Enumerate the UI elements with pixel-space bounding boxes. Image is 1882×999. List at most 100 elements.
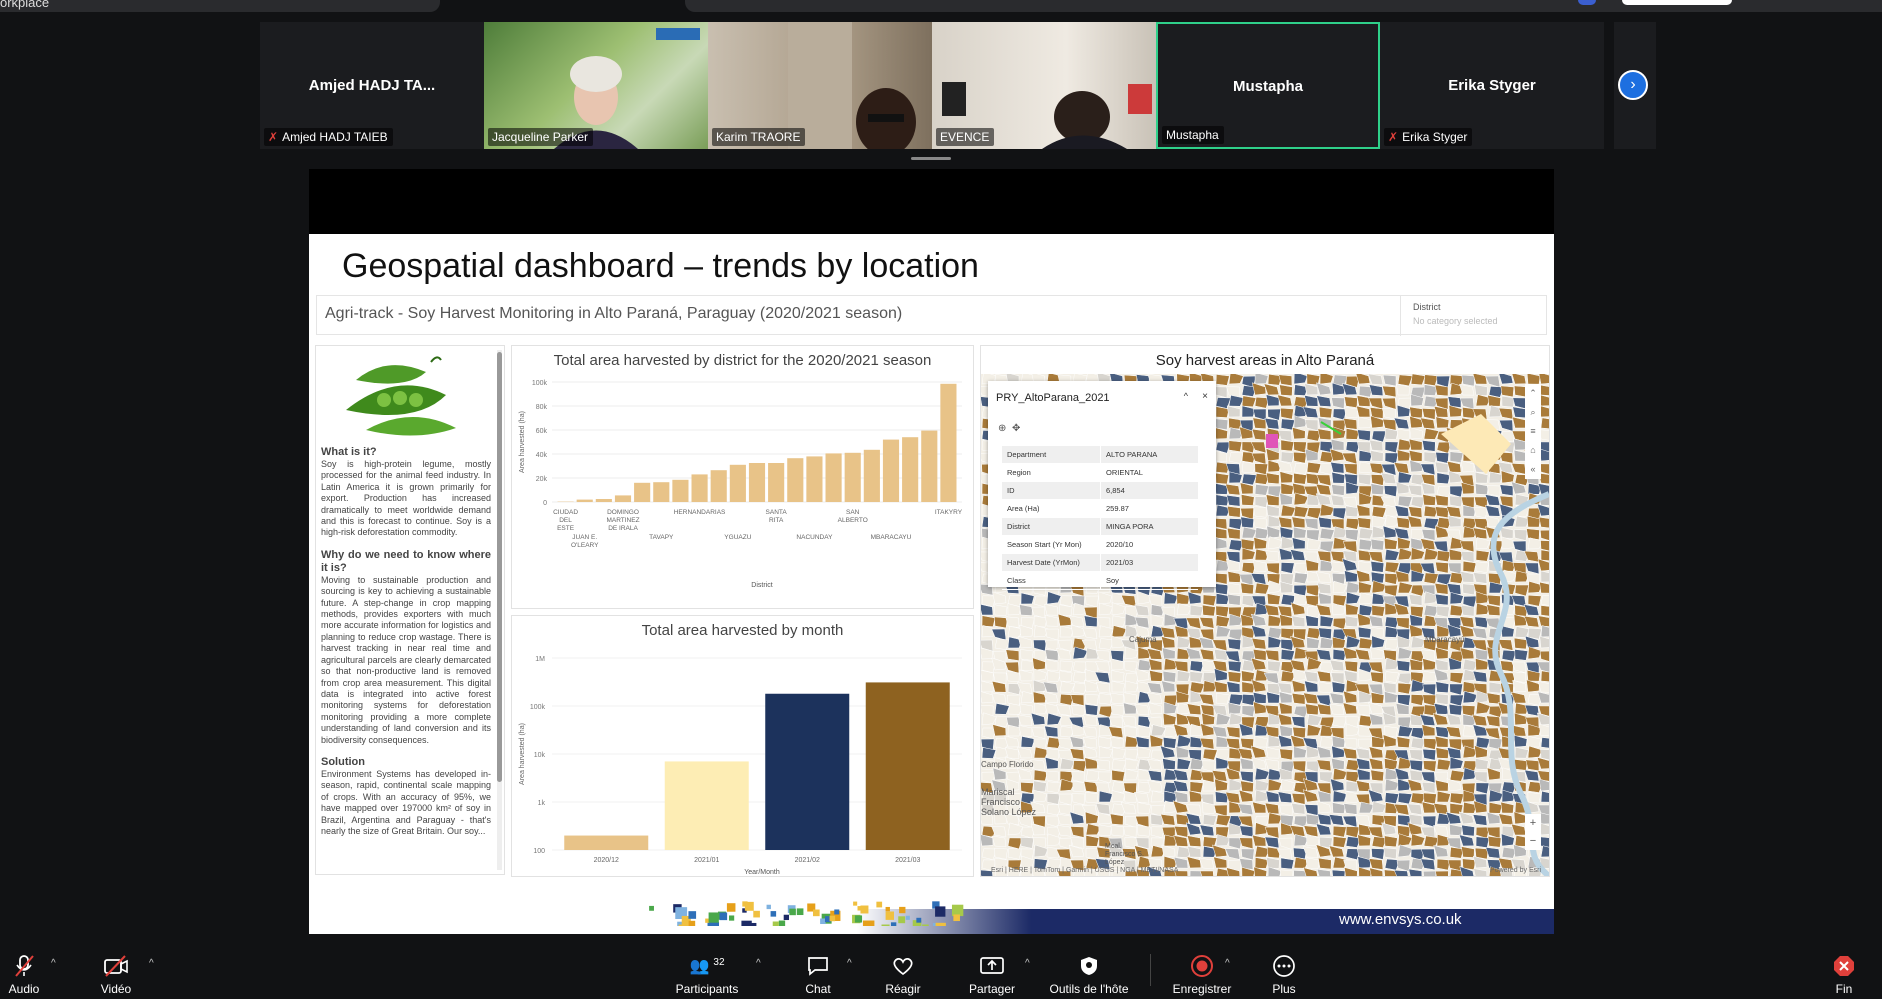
participant-video-tile[interactable]: Jacqueline Parker bbox=[484, 22, 708, 149]
zoom-out-icon[interactable]: − bbox=[1525, 832, 1541, 850]
more-button[interactable]: Plus bbox=[1266, 954, 1302, 996]
popup-field-name: Class bbox=[1002, 571, 1101, 590]
field-parcel bbox=[1397, 682, 1412, 695]
field-parcel bbox=[1137, 824, 1151, 837]
field-parcel bbox=[1280, 857, 1295, 870]
y-tick-label: 0 bbox=[543, 500, 547, 507]
field-parcel bbox=[1396, 428, 1411, 441]
chevron-up-icon[interactable]: ^ bbox=[1225, 958, 1230, 969]
field-parcel bbox=[1317, 857, 1332, 870]
pixel-block bbox=[860, 905, 869, 914]
pixel-block bbox=[719, 912, 728, 921]
heart-icon bbox=[893, 958, 913, 976]
share-button[interactable]: Partager bbox=[968, 954, 1016, 996]
chevron-up-icon[interactable]: ^ bbox=[149, 958, 154, 969]
record-label: Enregistrer bbox=[1172, 982, 1232, 996]
field-parcel bbox=[1189, 604, 1204, 617]
popup-field-value: MINGA PORA bbox=[1100, 517, 1198, 536]
field-parcel bbox=[1279, 748, 1293, 761]
popup-tools: ⊕ ✥ bbox=[998, 423, 1020, 434]
field-parcel bbox=[1019, 703, 1034, 716]
participant-tile[interactable]: Amjed HADJ TA... ✗ Amjed HADJ TAIEB bbox=[260, 22, 484, 149]
host-tools-button[interactable]: Outils de l'hôte bbox=[1045, 954, 1133, 996]
y-tick-label: 1k bbox=[538, 800, 546, 807]
chevron-up-icon[interactable]: ^ bbox=[756, 958, 761, 969]
feature-popup[interactable]: PRY_AltoParana_2021 ^ × ⊕ ✥ Department AL… bbox=[988, 381, 1216, 590]
zoom-to-icon[interactable]: ⊕ bbox=[998, 423, 1006, 434]
popup-field-value: ALTO PARANA bbox=[1100, 446, 1198, 464]
participant-tile-active-speaker[interactable]: Mustapha Mustapha bbox=[1156, 22, 1380, 149]
search-icon[interactable]: ⌕ bbox=[1525, 403, 1541, 422]
x-tick-label-line: DEL bbox=[559, 517, 572, 524]
home-icon[interactable]: ⌂ bbox=[1525, 441, 1541, 460]
view-button[interactable] bbox=[1622, 0, 1732, 5]
field-parcel bbox=[1434, 384, 1449, 397]
popup-field-name: ID bbox=[1002, 481, 1101, 500]
pixel-block bbox=[935, 922, 946, 926]
popup-field-value: Soy bbox=[1100, 571, 1198, 590]
map-place-label: Mcal. Francisco S. López bbox=[1105, 843, 1144, 866]
participant-name-tag: Mustapha bbox=[1162, 126, 1224, 144]
react-button[interactable]: Réagir bbox=[884, 954, 922, 996]
zoom-in-icon[interactable]: + bbox=[1525, 814, 1541, 832]
chevron-up-icon[interactable]: ^ bbox=[51, 958, 56, 969]
info-scrollbar[interactable] bbox=[497, 350, 502, 870]
collapse-icon[interactable]: ^ bbox=[1184, 391, 1188, 401]
field-parcel bbox=[1540, 625, 1549, 638]
district-filter-label: District bbox=[1413, 302, 1441, 312]
field-parcel bbox=[1393, 869, 1409, 876]
next-participants-button[interactable]: › bbox=[1618, 70, 1648, 100]
bar bbox=[748, 463, 766, 502]
record-button[interactable]: Enregistrer bbox=[1172, 954, 1232, 996]
pixel-block bbox=[881, 924, 890, 926]
chevron-up-icon[interactable]: ^ bbox=[1025, 958, 1030, 969]
field-parcel bbox=[1384, 725, 1398, 738]
field-parcel bbox=[1526, 374, 1541, 385]
field-parcel bbox=[1111, 769, 1126, 782]
field-parcel bbox=[1280, 649, 1295, 661]
participants-button[interactable]: 👥 32 Participants bbox=[675, 954, 739, 997]
chat-button[interactable]: Chat bbox=[800, 954, 836, 996]
field-parcel bbox=[1539, 581, 1549, 594]
bar bbox=[902, 437, 919, 502]
field-parcel bbox=[1280, 451, 1295, 464]
participant-tile[interactable]: Erika Styger ✗ Erika Styger bbox=[1380, 22, 1604, 149]
district-filter[interactable]: District No category selected bbox=[1400, 296, 1549, 336]
y-tick-label: 100k bbox=[530, 704, 546, 711]
move-icon[interactable]: ✥ bbox=[1012, 423, 1020, 434]
end-meeting-button[interactable]: Fin bbox=[1826, 954, 1862, 996]
participant-name-tag: Karim TRAORE bbox=[712, 128, 806, 146]
x-tick-label: DOMINGO MARTINEZ DE IRALA bbox=[606, 509, 639, 532]
bar bbox=[940, 383, 957, 502]
layers-icon[interactable]: ≡ bbox=[1525, 422, 1541, 441]
chevron-right-icon: › bbox=[1630, 76, 1636, 93]
shield-icon bbox=[1081, 957, 1097, 975]
district-bar-chart: 0 20k 40k 60k 80k 100k Area harvested (ha) CIUD… bbox=[519, 380, 963, 589]
scrollbar-thumb[interactable] bbox=[497, 352, 502, 782]
bar bbox=[576, 499, 593, 502]
audio-button[interactable]: Audio bbox=[6, 954, 42, 996]
field-parcel bbox=[1189, 671, 1204, 683]
bar bbox=[672, 479, 689, 502]
video-off-icon bbox=[104, 955, 128, 977]
back-icon[interactable]: « bbox=[1525, 460, 1541, 479]
map-place-label: Campo Florido bbox=[981, 760, 1034, 769]
x-tick-label: ITAKYRY bbox=[935, 509, 963, 516]
field-parcel bbox=[1240, 780, 1254, 793]
strip-resize-handle[interactable] bbox=[911, 157, 951, 160]
bar bbox=[921, 430, 938, 502]
participant-video-tile[interactable]: Karim TRAORE bbox=[708, 22, 932, 149]
bar bbox=[765, 693, 850, 850]
x-tick-label-line: NACUNDAY bbox=[796, 534, 833, 541]
video-button[interactable]: Vidéo bbox=[98, 954, 134, 996]
x-axis-label: District bbox=[751, 582, 772, 589]
participant-name-tag: ✗ Erika Styger bbox=[1384, 128, 1473, 146]
field-parcel bbox=[1540, 417, 1549, 429]
collapse-tools-icon[interactable]: ⌃ bbox=[1525, 384, 1541, 403]
participant-video-tile[interactable]: EVENCE bbox=[932, 22, 1156, 149]
field-parcel bbox=[1059, 660, 1074, 673]
close-icon[interactable]: × bbox=[1202, 391, 1208, 402]
chevron-up-icon[interactable]: ^ bbox=[847, 958, 852, 969]
field-parcel bbox=[1343, 737, 1358, 750]
x-tick-label-line: ITAKYRY bbox=[935, 509, 963, 516]
